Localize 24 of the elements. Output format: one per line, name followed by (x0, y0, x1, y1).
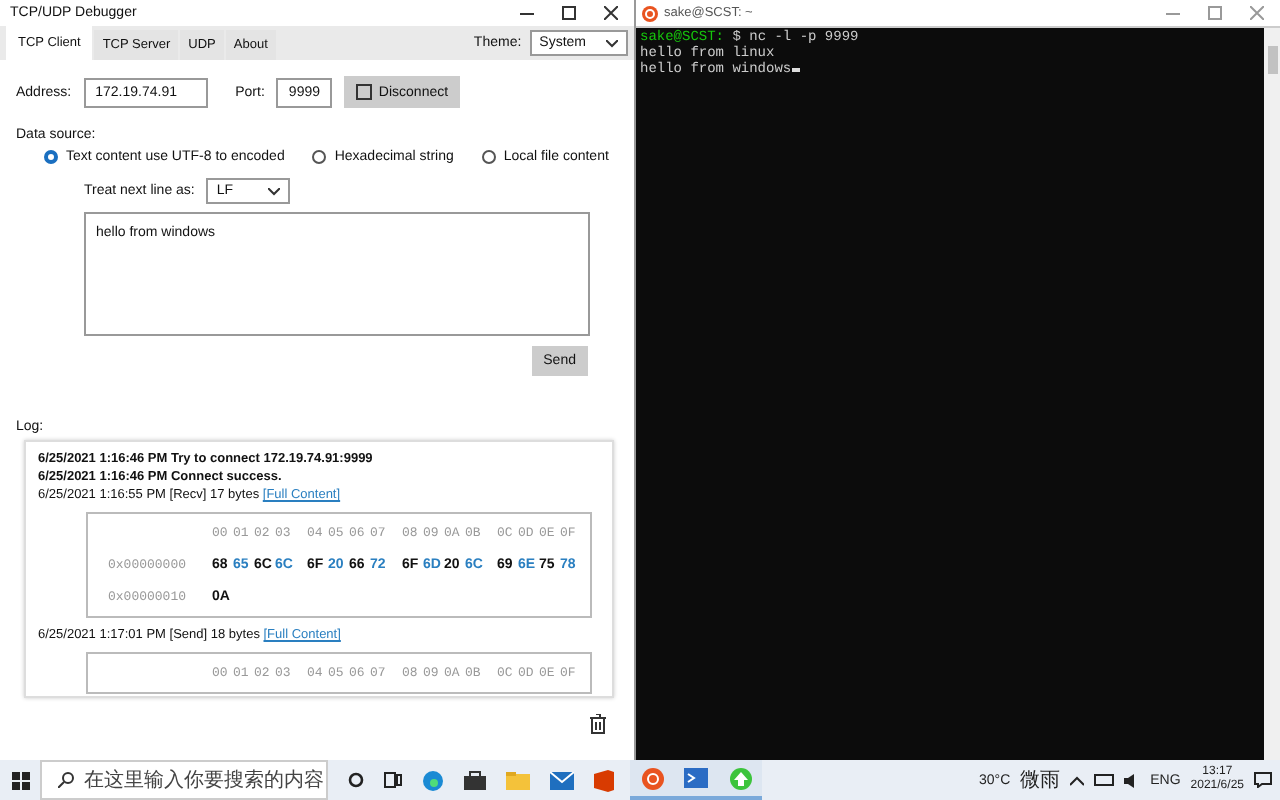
store-icon[interactable] (464, 770, 486, 790)
maximize-icon[interactable] (562, 6, 576, 20)
mail-icon[interactable] (550, 771, 574, 789)
terminal-app-icon[interactable] (684, 768, 708, 788)
caret-icon (268, 187, 281, 195)
ubuntu-icon[interactable] (641, 767, 663, 789)
cursor (791, 68, 800, 72)
windows-start-icon[interactable] (11, 771, 29, 789)
task-view-icon[interactable] (384, 772, 402, 788)
close-icon[interactable] (604, 6, 618, 20)
network-icon[interactable] (1094, 773, 1115, 787)
scrollbar-thumb[interactable] (1267, 46, 1277, 74)
notification-icon[interactable] (1254, 772, 1272, 788)
caret-icon (606, 39, 618, 47)
taskbar-search-field[interactable]: 在这里输入你要搜索的内容 (40, 760, 328, 800)
search-icon (58, 772, 74, 788)
office-icon[interactable] (594, 769, 614, 791)
browser-icon[interactable] (422, 769, 444, 791)
trash-icon[interactable] (590, 714, 606, 734)
ubuntu-icon (642, 5, 658, 21)
cortana-icon[interactable] (348, 772, 364, 788)
weather-text: 微雨 (1020, 768, 1061, 794)
checkbox-icon (356, 84, 373, 100)
chevron-up-icon[interactable] (1070, 775, 1085, 785)
